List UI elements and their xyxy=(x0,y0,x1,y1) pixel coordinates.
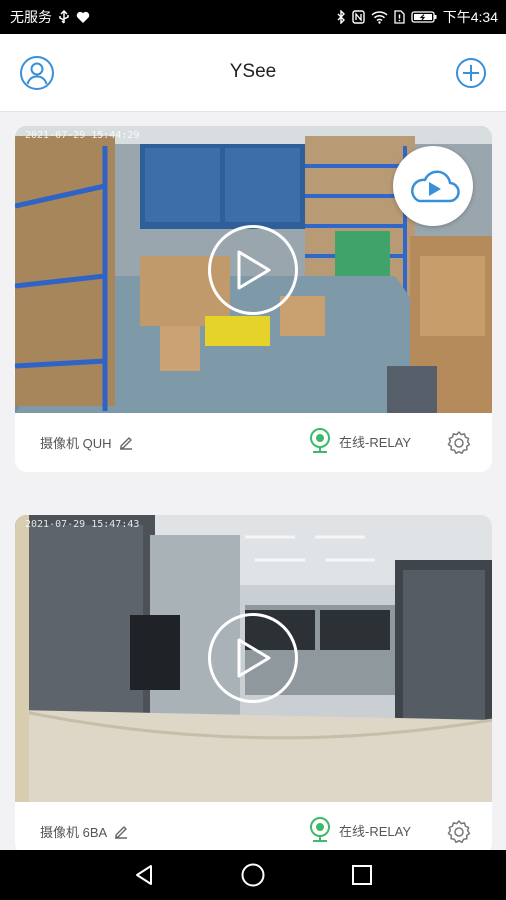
recents-square-icon xyxy=(351,865,372,885)
camera-status: 在线-RELAY xyxy=(309,817,411,843)
status-text: 在线-RELAY xyxy=(339,823,411,839)
webcam-icon xyxy=(310,428,330,453)
cloud-playback-button[interactable] xyxy=(393,146,473,226)
recents-button[interactable] xyxy=(342,855,382,895)
play-icon xyxy=(237,638,271,678)
status-bar: 无服务 下午4:34 xyxy=(0,0,506,34)
nfc-icon xyxy=(352,10,365,24)
plus-circle-icon xyxy=(456,58,486,88)
usb-icon xyxy=(58,10,70,24)
home-button[interactable] xyxy=(233,855,273,895)
bluetooth-icon xyxy=(336,10,346,24)
camera-name-row[interactable]: 摄像机 QUH xyxy=(40,433,134,452)
camera-card: 2021-07-29 15:44:29 摄像机 QUH 在线-RELAY xyxy=(15,126,492,472)
cloud-play-icon xyxy=(411,170,460,203)
battery-icon xyxy=(411,10,437,24)
status-right: 下午4:34 xyxy=(336,7,498,27)
pencil-icon[interactable] xyxy=(118,435,134,451)
pencil-icon[interactable] xyxy=(113,824,129,840)
carrier-text: 无服务 xyxy=(10,9,52,25)
card-footer: 摄像机 QUH 在线-RELAY xyxy=(15,413,492,472)
camera-feed-preview[interactable]: 2021-07-29 15:47:43 xyxy=(15,515,492,802)
back-triangle-icon xyxy=(136,865,153,885)
system-nav-bar xyxy=(0,850,506,900)
camera-settings-button[interactable] xyxy=(445,429,473,457)
play-button[interactable] xyxy=(208,613,298,703)
status-left: 无服务 xyxy=(10,7,90,27)
camera-settings-button[interactable] xyxy=(445,818,473,846)
webcam-icon xyxy=(310,817,330,842)
back-button[interactable] xyxy=(124,855,164,895)
gear-icon xyxy=(447,431,471,455)
camera-name: 摄像机 QUH xyxy=(40,436,112,451)
heart-icon xyxy=(76,11,90,24)
wifi-icon xyxy=(371,10,388,24)
page-title: YSee xyxy=(229,61,277,82)
feed-timestamp: 2021-07-29 15:47:43 xyxy=(25,519,140,530)
feed-timestamp: 2021-07-29 15:44:29 xyxy=(25,130,140,141)
play-button[interactable] xyxy=(208,225,298,315)
add-camera-button[interactable] xyxy=(453,55,489,91)
home-circle-icon xyxy=(241,863,265,887)
gear-icon xyxy=(447,820,471,844)
app-header: YSee xyxy=(0,34,506,112)
status-text: 在线-RELAY xyxy=(339,434,411,450)
card-footer: 摄像机 6BA 在线-RELAY xyxy=(15,802,492,855)
sim-alert-icon xyxy=(394,10,405,24)
camera-feed-preview[interactable]: 2021-07-29 15:44:29 xyxy=(15,126,492,413)
camera-card: 2021-07-29 15:47:43 摄像机 6BA 在线-RELAY xyxy=(15,515,492,855)
camera-name-row[interactable]: 摄像机 6BA xyxy=(40,822,129,841)
camera-status: 在线-RELAY xyxy=(309,428,411,454)
clock-text: 下午4:34 xyxy=(442,9,498,25)
play-icon xyxy=(237,250,271,290)
camera-name: 摄像机 6BA xyxy=(40,825,108,840)
